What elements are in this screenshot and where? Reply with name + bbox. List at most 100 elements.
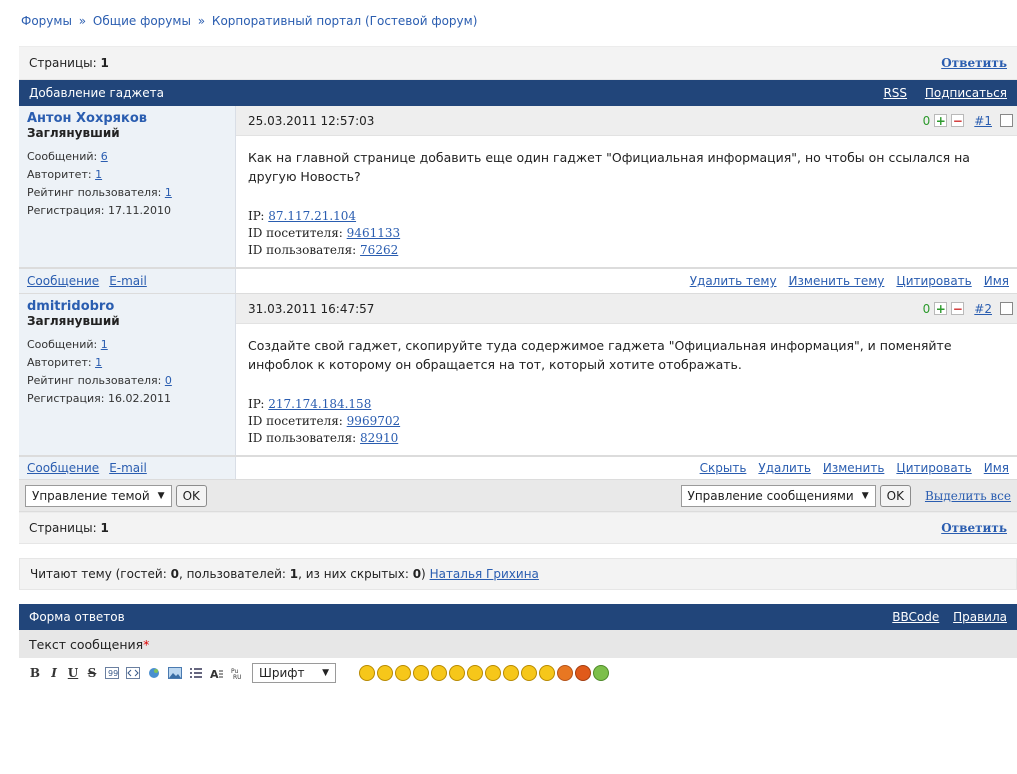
smiley-idea-icon[interactable] xyxy=(593,665,609,681)
breadcrumb-corporate-portal[interactable]: Корпоративный портал (Гостевой форум) xyxy=(212,14,477,28)
quote-icon[interactable]: 99 xyxy=(105,667,119,679)
author-rating: Рейтинг пользователя: 0 xyxy=(27,372,227,390)
font-select[interactable]: Шрифт ▼ xyxy=(252,663,336,683)
smiley-neutral-icon[interactable] xyxy=(449,665,465,681)
post-actions-left: Сообщение E-mail xyxy=(19,457,236,479)
topic-title: Добавление гаджета xyxy=(29,86,164,100)
smiley-sad-icon[interactable] xyxy=(431,665,447,681)
pager-current-page: 1 xyxy=(100,56,109,70)
underline-icon[interactable]: U xyxy=(67,666,79,680)
edit-link[interactable]: Изменить xyxy=(823,461,885,475)
post-select-checkbox[interactable] xyxy=(1000,114,1013,127)
rating-link[interactable]: 0 xyxy=(165,374,172,387)
smiley-cool-icon[interactable] xyxy=(413,665,429,681)
message-link[interactable]: Сообщение xyxy=(27,274,99,288)
select-all-link[interactable]: Выделить все xyxy=(925,489,1011,503)
message-ok-button[interactable]: OK xyxy=(879,484,911,507)
topic-ok-button[interactable]: OK xyxy=(175,484,207,507)
post-actions: Сообщение E-mail Скрыть Удалить Изменить… xyxy=(19,456,1017,480)
smiley-dizzy-icon[interactable] xyxy=(521,665,537,681)
code-icon[interactable] xyxy=(126,667,140,679)
readers-hidden: 0 xyxy=(412,567,422,581)
message-management-select[interactable]: Управление сообщениями ▼ xyxy=(680,484,876,507)
hide-link[interactable]: Скрыть xyxy=(700,461,747,475)
post-ip: IP: 217.174.184.158 xyxy=(248,396,1005,413)
reply-link[interactable]: Ответить xyxy=(941,521,1007,535)
italic-icon[interactable]: I xyxy=(48,666,60,680)
post-select-checkbox[interactable] xyxy=(1000,302,1013,315)
quote-link[interactable]: Цитировать xyxy=(896,461,971,475)
rating-link[interactable]: 1 xyxy=(165,186,172,199)
vote-score: 0 xyxy=(922,113,931,128)
visitor-id-link[interactable]: 9461133 xyxy=(347,226,400,240)
delete-topic-link[interactable]: Удалить тему xyxy=(690,274,777,288)
smiley-frown-icon[interactable] xyxy=(467,665,483,681)
post-author: dmitridobro Заглянувший Сообщений: 1 Авт… xyxy=(19,294,236,455)
font-select-value: Шрифт xyxy=(259,666,305,680)
post-author: Антон Хохряков Заглянувший Сообщений: 6 … xyxy=(19,106,236,267)
name-link[interactable]: Имя xyxy=(984,274,1009,288)
translit-icon[interactable]: Pu RU xyxy=(231,667,245,681)
name-link[interactable]: Имя xyxy=(984,461,1009,475)
bold-icon[interactable]: B xyxy=(29,666,41,680)
smiley-question-icon[interactable] xyxy=(557,665,573,681)
visitor-id-link[interactable]: 9969702 xyxy=(347,414,400,428)
strike-icon[interactable]: S xyxy=(86,666,98,680)
bbcode-link[interactable]: BBCode xyxy=(892,610,939,624)
smiley-laugh-icon[interactable] xyxy=(395,665,411,681)
ip-link[interactable]: 217.174.184.158 xyxy=(268,397,371,411)
breadcrumb-forums[interactable]: Форумы xyxy=(21,14,72,28)
post-meta: IP: 217.174.184.158 ID посетителя: 99697… xyxy=(248,396,1005,447)
smiley-smile-icon[interactable] xyxy=(359,665,375,681)
vote-minus-icon[interactable]: − xyxy=(951,114,965,127)
chevron-down-icon: ▼ xyxy=(322,668,329,678)
breadcrumb-general-forums[interactable]: Общие форумы xyxy=(93,14,191,28)
list-icon[interactable] xyxy=(189,667,203,679)
authority-link[interactable]: 1 xyxy=(95,356,102,369)
reply-form-header: Форма ответов BBCode Правила xyxy=(19,604,1017,630)
post-number-link[interactable]: #1 xyxy=(974,114,992,128)
email-link[interactable]: E-mail xyxy=(109,461,147,475)
vote-minus-icon[interactable]: − xyxy=(951,302,965,315)
message-link[interactable]: Сообщение xyxy=(27,461,99,475)
email-link[interactable]: E-mail xyxy=(109,274,147,288)
user-id-link[interactable]: 76262 xyxy=(360,243,398,257)
delete-link[interactable]: Удалить xyxy=(758,461,811,475)
topic-management-select[interactable]: Управление темой ▼ xyxy=(25,484,172,507)
author-name[interactable]: Антон Хохряков xyxy=(27,112,227,126)
author-authority: Авторитет: 1 xyxy=(27,166,227,184)
messages-count-link[interactable]: 1 xyxy=(101,338,108,351)
link-icon[interactable] xyxy=(147,667,161,679)
reply-link[interactable]: Ответить xyxy=(941,56,1007,70)
font-size-icon[interactable]: A xyxy=(210,667,224,681)
authority-label: Авторитет: xyxy=(27,168,92,181)
readers-prefix: Читают тему (гостей: xyxy=(30,567,167,581)
edit-topic-link[interactable]: Изменить тему xyxy=(789,274,885,288)
rules-link[interactable]: Правила xyxy=(953,610,1007,624)
vote-plus-icon[interactable]: + xyxy=(934,302,948,315)
post-actions-right: Скрыть Удалить Изменить Цитировать Имя xyxy=(236,457,1017,479)
pager-label: Страницы: xyxy=(29,56,97,70)
rss-link[interactable]: RSS xyxy=(883,86,907,100)
ip-link[interactable]: 87.117.21.104 xyxy=(268,209,356,223)
pager: Страницы: 1 xyxy=(29,56,109,70)
smiley-crying-icon[interactable] xyxy=(503,665,519,681)
reader-name-link[interactable]: Наталья Грихина xyxy=(430,567,539,581)
user-id-link[interactable]: 82910 xyxy=(360,431,398,445)
vote-plus-icon[interactable]: + xyxy=(934,114,948,127)
breadcrumb-separator: » xyxy=(78,14,87,28)
smiley-wink-icon[interactable] xyxy=(377,665,393,681)
quote-link[interactable]: Цитировать xyxy=(896,274,971,288)
readers-bar: Читают тему (гостей: 0, пользователей: 1… xyxy=(19,558,1017,590)
authority-link[interactable]: 1 xyxy=(95,168,102,181)
smiley-surprised-icon[interactable] xyxy=(539,665,555,681)
smiley-exclamation-icon[interactable] xyxy=(575,665,591,681)
messages-count-link[interactable]: 6 xyxy=(101,150,108,163)
subscribe-link[interactable]: Подписаться xyxy=(925,86,1007,100)
author-messages: Сообщений: 6 xyxy=(27,148,227,166)
author-name[interactable]: dmitridobro xyxy=(27,300,227,314)
post-number-link[interactable]: #2 xyxy=(974,302,992,316)
smiley-angry-icon[interactable] xyxy=(485,665,501,681)
image-icon[interactable] xyxy=(168,667,182,679)
